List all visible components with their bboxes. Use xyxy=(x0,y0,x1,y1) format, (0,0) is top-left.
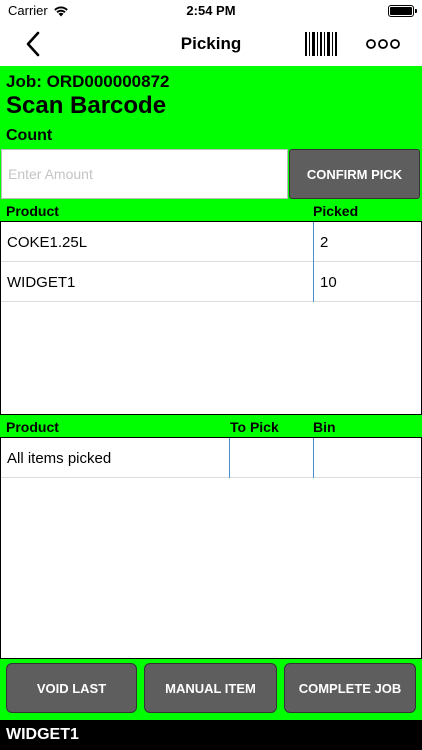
picked-table: COKE1.25L 2 WIDGET1 10 xyxy=(0,221,422,415)
last-scanned-item: WIDGET1 xyxy=(6,726,79,743)
complete-job-button[interactable]: COMPLETE JOB xyxy=(284,663,416,713)
void-last-button[interactable]: VOID LAST xyxy=(6,663,137,713)
bin-cell xyxy=(314,438,421,478)
picking-panel: Job: ORD000000872 Scan Barcode Count CON… xyxy=(0,66,422,720)
more-options-button[interactable] xyxy=(366,37,400,55)
count-label: Count xyxy=(6,127,53,144)
scan-barcode-heading: Scan Barcode xyxy=(6,92,167,119)
last-scanned-bar: WIDGET1 xyxy=(0,720,422,750)
to-pick-table: All items picked xyxy=(0,437,422,659)
product-cell: COKE1.25L xyxy=(7,233,88,251)
amount-input[interactable] xyxy=(1,149,288,199)
product-cell: All items picked xyxy=(7,449,112,467)
bin-header: Bin xyxy=(313,419,336,435)
navigation-bar: Picking xyxy=(0,22,422,66)
table-row[interactable]: COKE1.25L 2 xyxy=(1,222,421,262)
to-pick-cell xyxy=(230,438,313,478)
table-row[interactable]: WIDGET1 10 xyxy=(1,262,421,302)
manual-item-button[interactable]: MANUAL ITEM xyxy=(144,663,277,713)
table-row[interactable]: All items picked xyxy=(1,438,421,478)
picked-cell: 2 xyxy=(320,233,329,251)
topick-count-header: To Pick xyxy=(230,419,279,435)
page-title: Picking xyxy=(180,34,242,53)
picked-cell: 10 xyxy=(320,273,337,291)
picked-count-header: Picked xyxy=(313,203,359,219)
topick-product-header: Product xyxy=(6,419,59,435)
confirm-pick-button[interactable]: CONFIRM PICK xyxy=(289,149,420,199)
barcode-scan-button[interactable] xyxy=(305,32,337,61)
status-bar: Carrier 2:54 PM xyxy=(0,0,422,22)
more-icon xyxy=(366,39,400,49)
picked-product-header: Product xyxy=(6,203,59,219)
battery-icon xyxy=(388,5,417,17)
product-cell: WIDGET1 xyxy=(7,273,76,291)
job-number: Job: ORD000000872 xyxy=(6,72,170,91)
clock: 2:54 PM xyxy=(186,3,236,18)
barcode-icon xyxy=(305,32,337,56)
